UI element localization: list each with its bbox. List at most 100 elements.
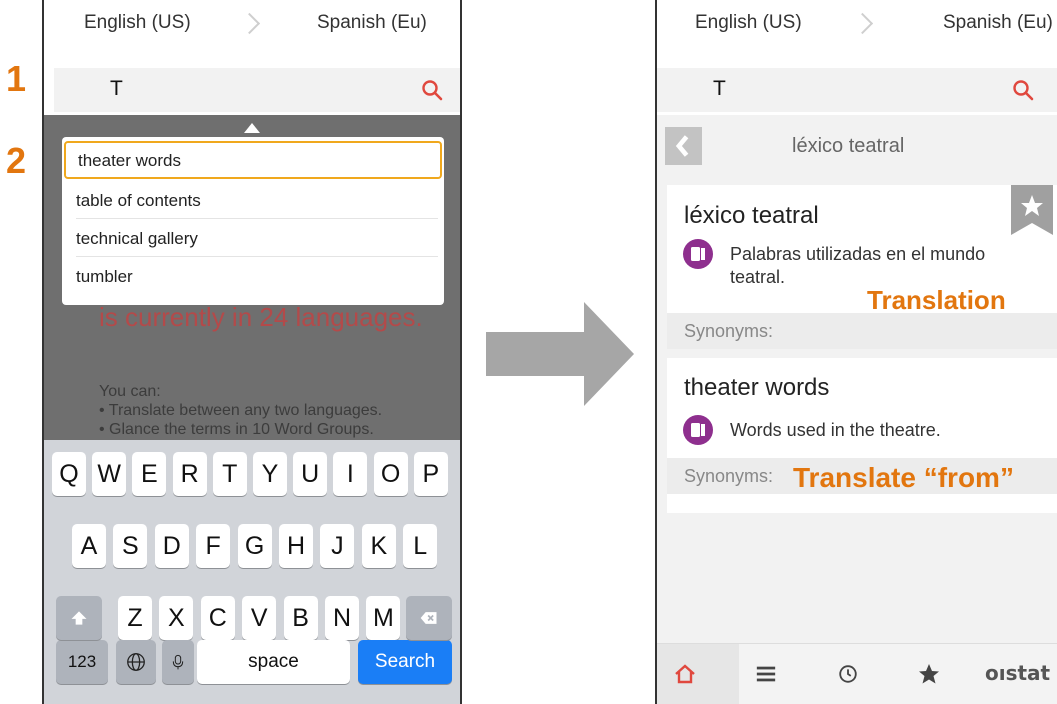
key-space[interactable]: space	[197, 640, 350, 684]
key-t[interactable]: T	[212, 452, 247, 496]
suggestion-label: theater words	[78, 151, 181, 170]
synonyms-row: Synonyms:	[667, 313, 1057, 349]
key-u[interactable]: U	[293, 452, 328, 496]
key-z[interactable]: Z	[118, 596, 152, 640]
suggestion-label: tumbler	[76, 267, 133, 286]
translation-callout: Translation	[867, 285, 1006, 315]
suggestion-item-technical-gallery[interactable]: technical gallery	[62, 219, 444, 257]
source-language[interactable]: English (US)	[695, 12, 802, 34]
tab-favorites[interactable]	[903, 644, 985, 704]
key-n[interactable]: N	[325, 596, 359, 640]
tab-home[interactable]	[657, 644, 739, 704]
suggestion-item-tumbler[interactable]: tumbler	[62, 257, 444, 295]
step-2-label: 2	[6, 140, 27, 181]
key-h[interactable]: H	[279, 524, 313, 568]
suggestion-label: table of contents	[76, 191, 201, 210]
key-f[interactable]: F	[196, 524, 231, 568]
chevron-right-icon	[238, 12, 261, 35]
bookmark-star-icon[interactable]	[1011, 185, 1053, 235]
tip-line: • Translate between any two languages.	[99, 402, 383, 419]
dictionary-book-icon	[683, 239, 713, 269]
search-bar[interactable]: T	[657, 68, 1057, 112]
phone-screen-search: English (US) Spanish (Eu) T is currently…	[42, 0, 462, 704]
step-1-label: 1	[6, 58, 27, 99]
key-dictation[interactable]	[162, 640, 194, 684]
tip-line: • Glance the terms in 10 Word Groups.	[99, 421, 374, 438]
key-b[interactable]: B	[283, 596, 318, 640]
synonyms-label: Synonyms:	[684, 466, 774, 486]
key-c[interactable]: C	[200, 596, 235, 640]
key-search[interactable]: Search	[358, 640, 452, 684]
dropdown-caret	[244, 123, 260, 133]
key-i[interactable]: I	[333, 452, 368, 496]
globe-icon	[127, 653, 145, 671]
on-screen-keyboard: QWERTYUIOP ASDFGHJKL ZXCVBNM 123 space S…	[44, 440, 460, 704]
results-title: léxico teatral	[792, 135, 905, 157]
shift-arrow-icon	[71, 611, 87, 625]
suggestion-label: technical gallery	[76, 229, 198, 248]
tab-history[interactable]	[821, 644, 903, 704]
tab-oistat[interactable]: oıstat	[985, 644, 1057, 704]
key-w[interactable]: W	[92, 452, 127, 496]
suggestion-item-theater-words[interactable]: theater words	[64, 141, 442, 179]
key-l[interactable]: L	[403, 524, 438, 568]
synonyms-label: Synonyms:	[684, 321, 774, 341]
key-a[interactable]: A	[72, 524, 106, 568]
translate-from-callout: Translate “from”	[793, 462, 1014, 493]
suggestion-dropdown: theater words table of contents technica…	[62, 137, 444, 305]
key-e[interactable]: E	[132, 452, 167, 496]
key-o[interactable]: O	[373, 452, 408, 496]
backspace-icon	[420, 612, 437, 624]
key-p[interactable]: P	[413, 452, 448, 496]
key-j[interactable]: J	[320, 524, 355, 568]
key-d[interactable]: D	[154, 524, 189, 568]
search-icon[interactable]	[420, 78, 444, 102]
menu-icon	[756, 666, 776, 682]
tab-menu[interactable]	[739, 644, 821, 704]
key-y[interactable]: Y	[253, 452, 287, 496]
entry-term: léxico teatral	[684, 202, 819, 229]
key-123[interactable]: 123	[56, 640, 108, 684]
entry-term: theater words	[684, 374, 830, 401]
key-shift[interactable]	[56, 596, 102, 640]
back-button[interactable]	[665, 127, 702, 165]
language-bar: English (US) Spanish (Eu)	[657, 0, 1057, 56]
language-bar: English (US) Spanish (Eu)	[44, 0, 460, 56]
target-language[interactable]: Spanish (Eu)	[317, 12, 427, 34]
key-k[interactable]: K	[361, 524, 396, 568]
key-g[interactable]: G	[237, 524, 272, 568]
key-m[interactable]: M	[366, 596, 401, 640]
target-language[interactable]: Spanish (Eu)	[943, 12, 1053, 34]
entry-card-translation: léxico teatral Palabras utilizadas en el…	[667, 185, 1057, 349]
promo-text: is currently in 24 languages.	[99, 302, 423, 332]
search-bar[interactable]: T	[54, 68, 460, 112]
key-delete[interactable]	[406, 596, 452, 640]
chevron-left-icon	[675, 135, 689, 157]
key-globe[interactable]	[116, 640, 156, 684]
clock-icon	[839, 665, 857, 683]
search-icon[interactable]	[1011, 78, 1035, 102]
key-x[interactable]: X	[159, 596, 194, 640]
tips-block: You can: • Translate between any two lan…	[99, 382, 382, 439]
entry-definition: Palabras utilizadas en el mundo teatral.	[730, 244, 986, 287]
search-input[interactable]: T	[110, 77, 123, 101]
results-header: léxico teatral	[657, 123, 1057, 169]
key-v[interactable]: V	[242, 596, 277, 640]
microphone-icon	[172, 654, 184, 670]
key-r[interactable]: R	[172, 452, 207, 496]
phone-screen-results: English (US) Spanish (Eu) T léxico teatr…	[655, 0, 1057, 704]
suggestion-item-table-of-contents[interactable]: table of contents	[62, 181, 444, 219]
key-s[interactable]: S	[113, 524, 148, 568]
oistat-logo: oıstat	[985, 661, 1051, 685]
home-icon	[675, 664, 695, 684]
tips-heading: You can:	[99, 383, 161, 400]
source-language[interactable]: English (US)	[84, 12, 191, 34]
results-panel: léxico teatral léxico teatral Palabras u…	[657, 115, 1057, 644]
star-icon	[919, 664, 939, 684]
dictionary-book-icon	[683, 415, 713, 445]
arrow-right-icon	[486, 302, 634, 406]
key-q[interactable]: Q	[52, 452, 86, 496]
search-input[interactable]: T	[713, 77, 726, 101]
chevron-right-icon	[851, 12, 874, 35]
bottom-tab-bar: oıstat	[657, 643, 1057, 704]
